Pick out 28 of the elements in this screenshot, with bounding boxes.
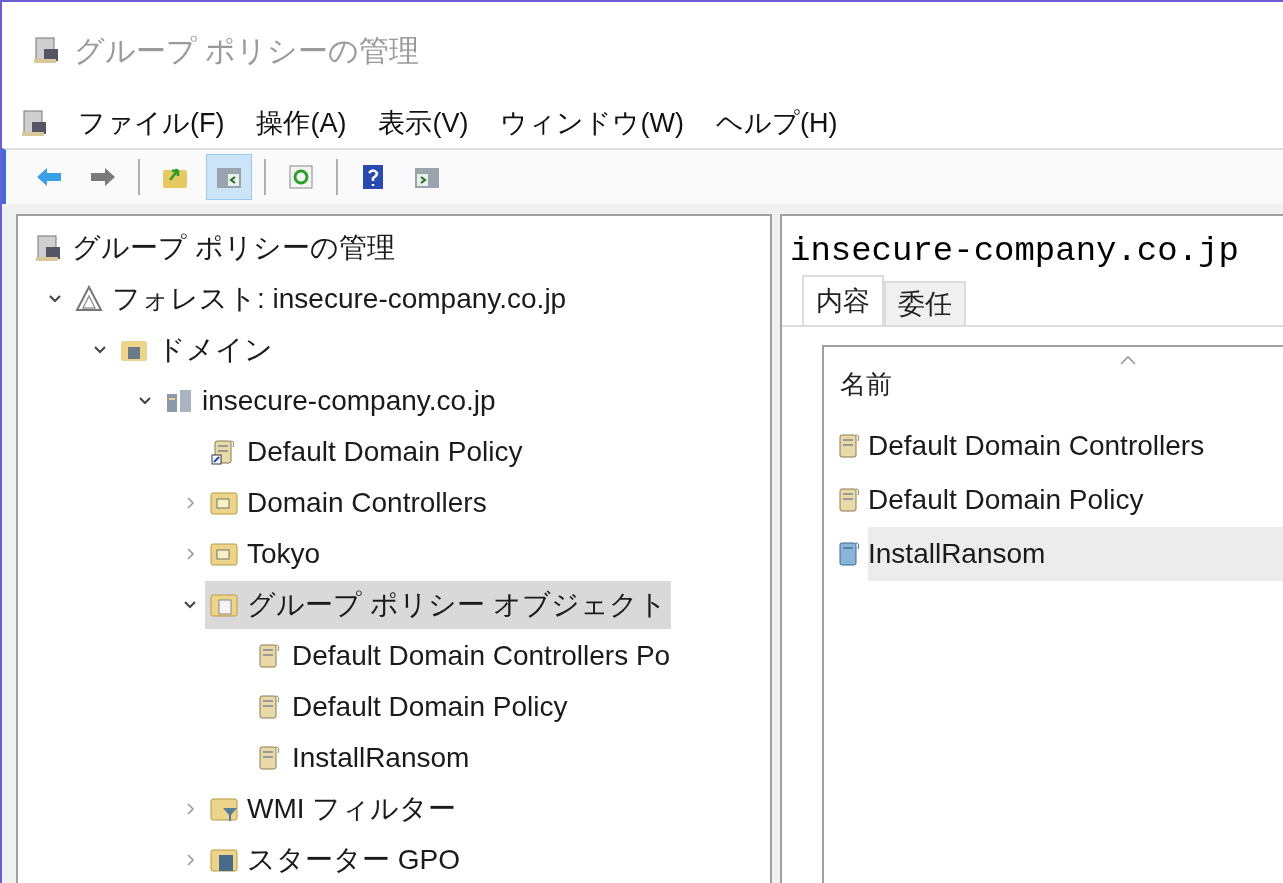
tree-item[interactable]: スターター GPO	[205, 835, 464, 883]
tree-item[interactable]: フォレスト: insecure-company.co.jp	[70, 274, 571, 323]
pane-title: insecure-company.co.jp	[789, 231, 1240, 272]
menu-item[interactable]: 操作(A)	[252, 102, 351, 144]
tree-item[interactable]: WMI フィルター	[205, 784, 461, 833]
triangle-icon	[74, 283, 104, 314]
menu-item[interactable]: 表示(V)	[374, 102, 473, 144]
tree-item[interactable]: グループ ポリシー オブジェクト	[205, 580, 671, 629]
refresh-icon	[286, 162, 316, 192]
column-header[interactable]: 名前	[840, 364, 892, 404]
tree-item[interactable]: Tokyo	[205, 529, 325, 578]
tree-item[interactable]: ドメイン	[115, 325, 277, 374]
menu-item[interactable]: ウィンドウ(W)	[496, 102, 688, 144]
tree-item[interactable]: Default Domain Controllers Po	[250, 631, 675, 680]
tree-item[interactable]: InstallRansom	[250, 733, 474, 782]
window-title: グループ ポリシーの管理	[74, 32, 420, 69]
tab[interactable]: 委任	[884, 281, 966, 325]
tree-item[interactable]: グループ ポリシーの管理	[30, 223, 399, 272]
tree-item[interactable]: Domain Controllers	[205, 478, 491, 527]
list-item[interactable]: Default Domain Controllers	[868, 419, 1283, 473]
tree-item[interactable]: Default Domain Policy	[250, 682, 572, 731]
menu-item[interactable]: ファイル(F)	[74, 102, 229, 144]
tab[interactable]: 内容	[802, 275, 884, 325]
list-item[interactable]: InstallRansom	[868, 527, 1283, 581]
tree-item[interactable]: insecure-company.co.jp	[160, 376, 500, 425]
list-item[interactable]: Default Domain Policy	[868, 473, 1283, 527]
tree-item[interactable]: Default Domain Policy	[205, 427, 527, 476]
menu-item[interactable]: ヘルプ(H)	[711, 102, 842, 144]
